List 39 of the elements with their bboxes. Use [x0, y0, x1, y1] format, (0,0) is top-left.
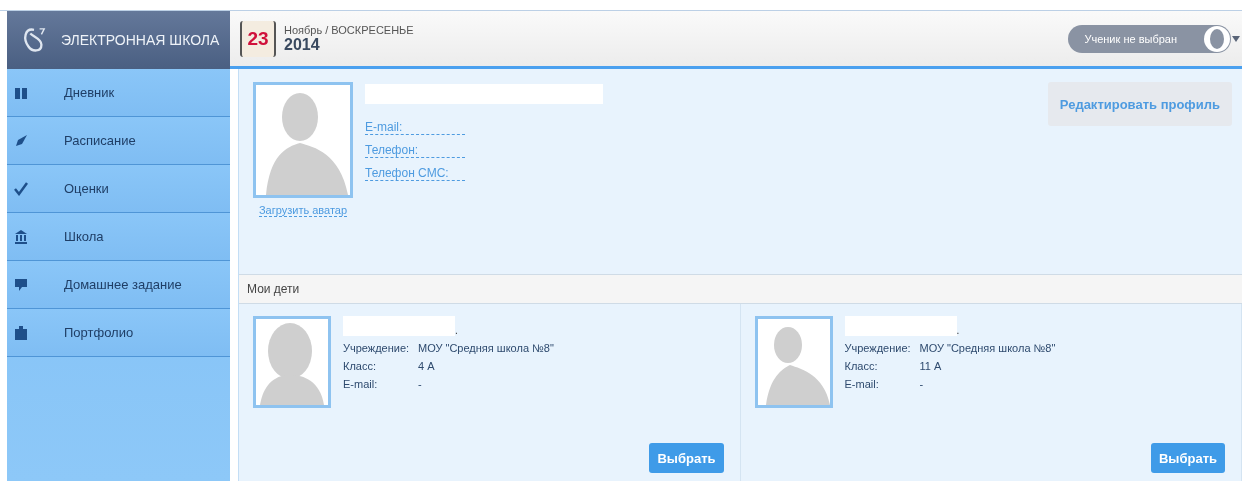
- section-title: Мои дети: [247, 282, 300, 296]
- field-label: E-mail:: [343, 378, 378, 390]
- caret-icon[interactable]: [1232, 35, 1240, 42]
- app-title: ЭЛЕКТРОННАЯ ШКОЛА: [61, 32, 220, 48]
- sidebar-item[interactable]: Дневник: [7, 69, 230, 117]
- check-icon: [14, 181, 28, 196]
- upload-avatar-link[interactable]: Загрузить аватар: [258, 204, 348, 217]
- sidebar-item[interactable]: Расписание: [7, 117, 230, 165]
- field-value: МОУ "Средняя школа №8": [418, 342, 554, 354]
- sidebar-item[interactable]: Оценки: [7, 165, 230, 213]
- field-value: 4 А: [418, 360, 435, 372]
- field-value: 11 А: [919, 360, 942, 372]
- year: 2014: [284, 35, 320, 54]
- month-weekday: Ноябрь / ВОСКРЕСЕНЬЕ: [284, 23, 414, 36]
- field-label: Класс:: [844, 360, 878, 372]
- select-button[interactable]: Выбрать: [1150, 443, 1225, 473]
- field-label: E-mail:: [844, 378, 879, 390]
- profile-field-link[interactable]: Телефон СМС:: [365, 166, 465, 181]
- field-value: -: [418, 378, 423, 390]
- name-mark: .: [956, 325, 960, 336]
- book-icon: [14, 85, 28, 100]
- select-button[interactable]: Выбрать: [649, 443, 724, 473]
- field-label: Учреждение:: [343, 342, 410, 354]
- field-value: МОУ "Средняя школа №8": [919, 342, 1056, 354]
- building-icon: [14, 229, 28, 244]
- sidebar-item[interactable]: Школа: [7, 213, 230, 261]
- field-label: Учреждение:: [844, 342, 911, 354]
- briefcase-icon: [14, 325, 28, 340]
- profile-field-link[interactable]: Телефон:: [365, 143, 465, 158]
- field-value: -: [919, 378, 925, 390]
- profile-field-link[interactable]: E-mail:: [365, 120, 465, 135]
- logo-icon: [21, 26, 47, 54]
- edit-profile-button[interactable]: Редактировать профиль: [1047, 82, 1232, 126]
- calendar-day: 23: [240, 20, 276, 57]
- name-mark: .: [455, 325, 458, 336]
- user-avatar-icon: [1203, 24, 1231, 53]
- sidebar-item[interactable]: Домашнее задание: [7, 261, 230, 309]
- field-label: Класс:: [343, 360, 376, 372]
- student-picker[interactable]: Ученик не выбран: [1068, 24, 1231, 53]
